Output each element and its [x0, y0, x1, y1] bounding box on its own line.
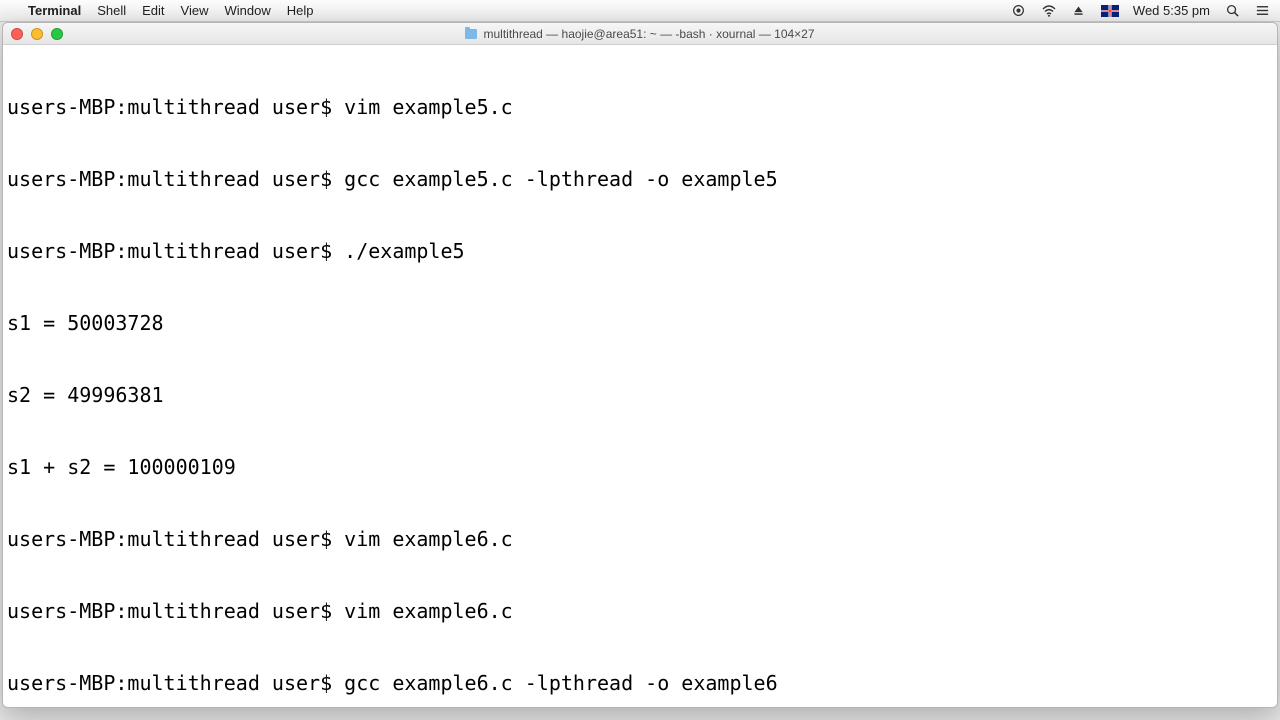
folder-icon	[465, 29, 477, 39]
window-title-text: multithread — haojie@area51: ~ — -bash ·…	[483, 27, 814, 41]
screen-record-icon[interactable]	[1011, 3, 1027, 19]
menu-shell[interactable]: Shell	[97, 3, 126, 18]
menu-edit[interactable]: Edit	[142, 3, 164, 18]
terminal-line: users-MBP:multithread user$ vim example6…	[7, 527, 1273, 551]
menu-view[interactable]: View	[181, 3, 209, 18]
window-titlebar[interactable]: multithread — haojie@area51: ~ — -bash ·…	[3, 23, 1277, 45]
wifi-icon[interactable]	[1041, 3, 1057, 19]
spotlight-icon[interactable]	[1224, 3, 1240, 19]
close-button[interactable]	[11, 28, 23, 40]
terminal-window: multithread — haojie@area51: ~ — -bash ·…	[2, 22, 1278, 708]
window-traffic-lights	[3, 28, 63, 40]
terminal-line: users-MBP:multithread user$ ./example5	[7, 239, 1273, 263]
terminal-line: s2 = 49996381	[7, 383, 1273, 407]
zoom-button[interactable]	[51, 28, 63, 40]
menubar-right: Wed 5:35 pm	[1011, 3, 1270, 19]
macos-menubar: Terminal Shell Edit View Window Help Wed…	[0, 0, 1280, 22]
input-source-flag-icon[interactable]	[1101, 5, 1119, 17]
terminal-viewport[interactable]: users-MBP:multithread user$ vim example5…	[3, 45, 1277, 707]
minimize-button[interactable]	[31, 28, 43, 40]
terminal-line: s1 = 50003728	[7, 311, 1273, 335]
active-app-name[interactable]: Terminal	[28, 3, 81, 18]
menu-help[interactable]: Help	[287, 3, 314, 18]
menu-window[interactable]: Window	[225, 3, 271, 18]
notification-center-icon[interactable]	[1254, 3, 1270, 19]
terminal-line: users-MBP:multithread user$ gcc example5…	[7, 167, 1273, 191]
terminal-line: users-MBP:multithread user$ gcc example6…	[7, 671, 1273, 695]
eject-icon[interactable]	[1071, 3, 1087, 19]
terminal-line: users-MBP:multithread user$ vim example6…	[7, 599, 1273, 623]
window-title: multithread — haojie@area51: ~ — -bash ·…	[3, 27, 1277, 41]
menubar-clock[interactable]: Wed 5:35 pm	[1133, 3, 1210, 18]
terminal-line: users-MBP:multithread user$ vim example5…	[7, 95, 1273, 119]
terminal-line: s1 + s2 = 100000109	[7, 455, 1273, 479]
